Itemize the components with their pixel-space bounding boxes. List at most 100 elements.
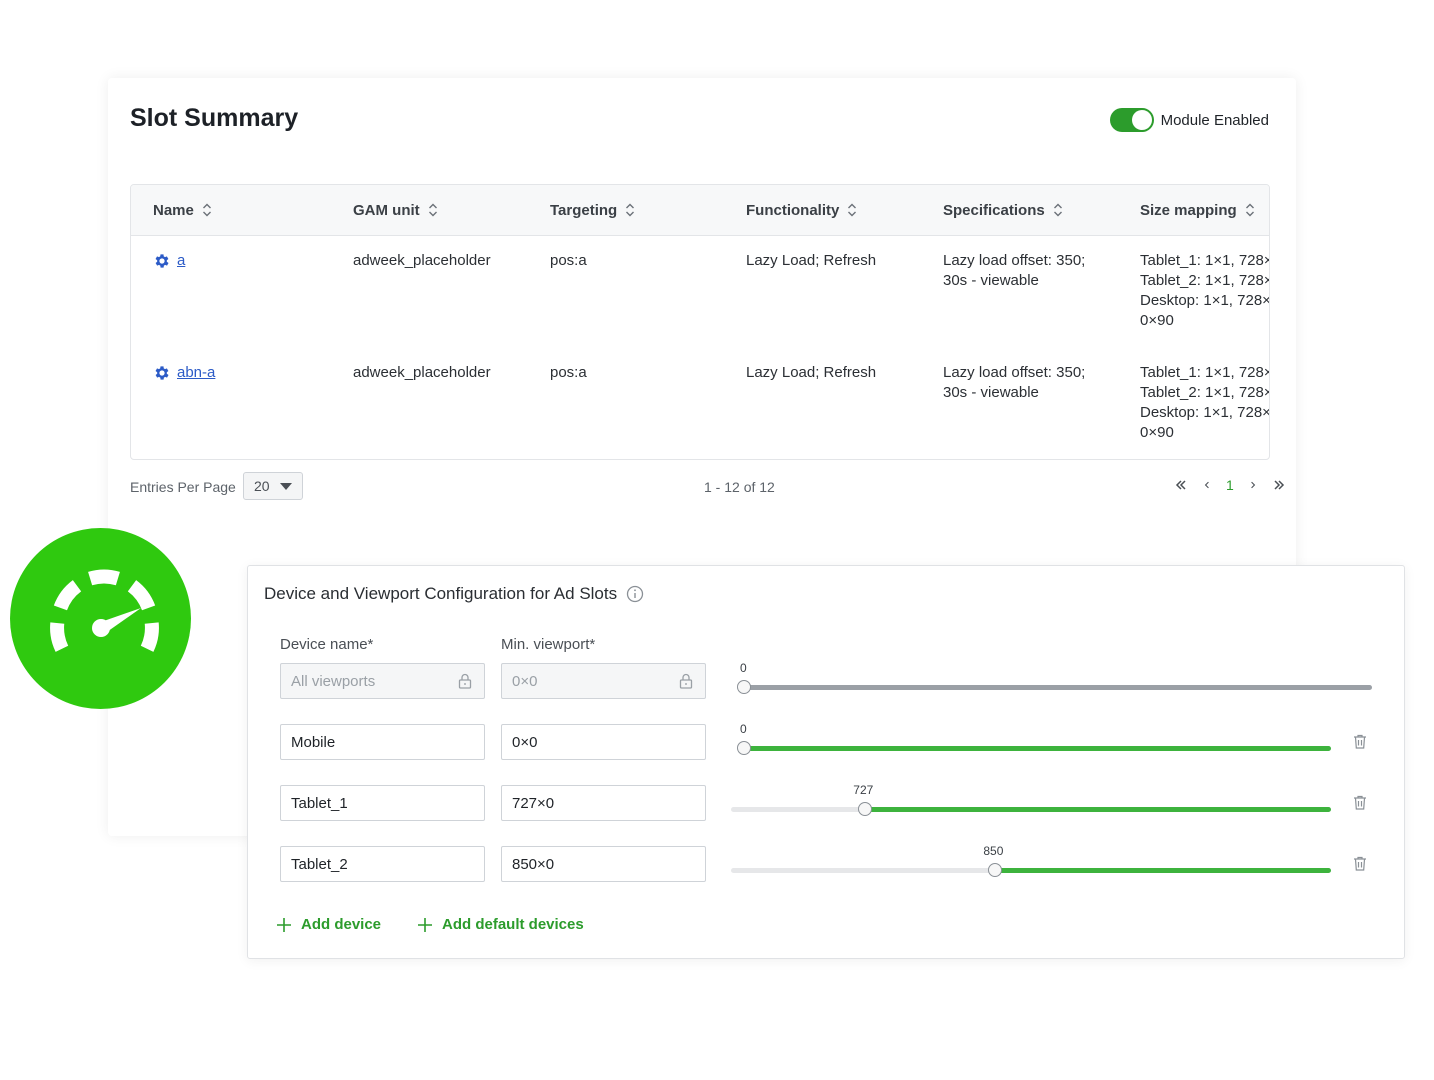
sort-icon: [626, 203, 635, 217]
chevron-left-icon[interactable]: [1202, 478, 1212, 492]
trash-icon[interactable]: [1353, 734, 1367, 749]
gear-icon[interactable]: [153, 252, 171, 270]
size-mapping-cell: Tablet_1: 1×1, 728×9 Tablet_2: 1×1, 728×…: [1140, 363, 1270, 443]
device-name-value: Tablet_2: [291, 855, 348, 873]
column-label: Specifications: [943, 201, 1045, 219]
slider-thumb[interactable]: [858, 802, 873, 816]
column-label: Functionality: [746, 201, 840, 219]
entries-per-page-label: Entries Per Page: [130, 479, 236, 495]
specifications-cell: Lazy load offset: 350; 30s - viewable: [943, 363, 1085, 403]
size-line: 0×90: [1140, 424, 1174, 441]
slider-value: 850: [983, 844, 1004, 858]
chevron-right-icon[interactable]: [1248, 478, 1258, 492]
toggle-track[interactable]: [1109, 108, 1154, 132]
min-viewport-label: Min. viewport*: [501, 636, 596, 653]
page-title: Slot Summary: [130, 104, 299, 132]
slider-fill: [744, 746, 1331, 751]
slot-name-cell: a: [153, 251, 185, 271]
chevron-double-right-icon[interactable]: [1272, 478, 1286, 492]
add-default-devices-button[interactable]: Add default devices: [417, 916, 584, 933]
column-header-functionality[interactable]: Functionality: [746, 185, 857, 235]
viewport-value: 727×0: [512, 794, 555, 812]
sort-icon: [202, 203, 211, 217]
toggle-knob: [1131, 110, 1152, 130]
entries-per-page-select[interactable]: 20: [243, 472, 303, 500]
functionality-cell: Lazy Load; Refresh: [746, 252, 877, 269]
slider-thumb[interactable]: [737, 741, 751, 755]
lock-icon: [458, 673, 472, 689]
add-device-label: Add device: [301, 916, 382, 933]
entries-value: 20: [254, 478, 270, 494]
spec-line: Lazy load offset: 350;: [943, 252, 1086, 269]
slot-link[interactable]: abn-a: [177, 363, 215, 383]
column-header-name[interactable]: Name: [153, 185, 212, 235]
plus-icon: [418, 917, 432, 932]
device-name-field[interactable]: Tablet_2: [280, 846, 485, 882]
size-line: Desktop: 1×1, 728×: [1140, 292, 1270, 309]
slider-fill: [865, 807, 1331, 812]
column-header-targeting[interactable]: Targeting: [550, 185, 635, 235]
size-mapping-cell: Tablet_1: 1×1, 728×9 Tablet_2: 1×1, 728×…: [1140, 251, 1270, 331]
current-page[interactable]: 1: [1226, 477, 1234, 493]
spec-line: 30s - viewable: [943, 384, 1039, 401]
sort-icon: [848, 203, 857, 217]
gam-unit-cell: adweek_placeholder: [353, 252, 491, 269]
module-enabled-toggle[interactable]: Module Enabled: [1109, 108, 1269, 132]
speedometer-badge: [10, 528, 191, 709]
toggle-label: Module Enabled: [1160, 111, 1269, 129]
min-viewport-field[interactable]: 850×0: [501, 846, 706, 882]
column-header-gam-unit[interactable]: GAM unit: [353, 185, 438, 235]
speedometer-icon: [50, 569, 159, 652]
sort-icon: [1245, 203, 1254, 217]
gear-icon[interactable]: [153, 364, 171, 382]
sort-icon: [1053, 203, 1062, 217]
table-header: Name GAM unit Targeting Functionality Sp…: [131, 185, 1269, 236]
trash-icon[interactable]: [1353, 795, 1367, 810]
gam-unit-cell: adweek_placeholder: [353, 364, 491, 381]
column-header-specifications[interactable]: Specifications: [943, 185, 1063, 235]
slot-link[interactable]: a: [177, 251, 185, 271]
add-device-button[interactable]: Add device: [276, 916, 381, 933]
min-viewport-field: 0×0: [501, 663, 706, 699]
size-line: Tablet_1: 1×1, 728×9: [1140, 252, 1270, 269]
sort-icon: [428, 203, 437, 217]
slider-value: 0: [740, 722, 747, 736]
device-name-label: Device name*: [280, 636, 374, 653]
device-config-title: Device and Viewport Configuration for Ad…: [264, 584, 644, 604]
info-icon[interactable]: [626, 585, 644, 603]
pagination-range: 1 - 12 of 12: [704, 479, 775, 495]
device-name-field: All viewports: [280, 663, 485, 699]
targeting-cell: pos:a: [550, 364, 587, 381]
viewport-value: 0×0: [512, 733, 538, 751]
viewport-value: 0×0: [512, 672, 538, 690]
min-viewport-field[interactable]: 727×0: [501, 785, 706, 821]
chevron-double-left-icon[interactable]: [1174, 478, 1188, 492]
slot-table: Name GAM unit Targeting Functionality Sp…: [130, 184, 1270, 460]
slot-name-cell: abn-a: [153, 363, 215, 383]
device-name-field[interactable]: Mobile: [280, 724, 485, 760]
column-header-size-mapping[interactable]: Size mapping: [1140, 185, 1255, 235]
plus-icon: [277, 917, 291, 932]
slider-value: 727: [853, 783, 874, 797]
size-line: Tablet_1: 1×1, 728×9: [1140, 364, 1270, 381]
viewport-value: 850×0: [512, 855, 555, 873]
device-name-value: Tablet_1: [291, 794, 348, 812]
targeting-cell: pos:a: [550, 252, 587, 269]
size-line: Desktop: 1×1, 728×: [1140, 404, 1270, 421]
slider-thumb[interactable]: [988, 863, 1003, 877]
slider-thumb[interactable]: [737, 680, 751, 694]
size-line: 0×90: [1140, 312, 1174, 329]
trash-icon[interactable]: [1353, 856, 1367, 871]
column-label: Name: [153, 201, 194, 219]
spec-line: Lazy load offset: 350;: [943, 364, 1086, 381]
device-name-field[interactable]: Tablet_1: [280, 785, 485, 821]
column-label: Targeting: [550, 201, 618, 219]
slider-value: 0: [740, 661, 747, 675]
caret-down-icon: [280, 482, 292, 490]
pagination: 1: [1174, 477, 1286, 493]
size-line: Tablet_2: 1×1, 728×: [1140, 272, 1270, 289]
device-config-title-text: Device and Viewport Configuration for Ad…: [264, 584, 618, 603]
column-label: GAM unit: [353, 201, 420, 219]
min-viewport-field[interactable]: 0×0: [501, 724, 706, 760]
slider-fill: [995, 868, 1331, 873]
